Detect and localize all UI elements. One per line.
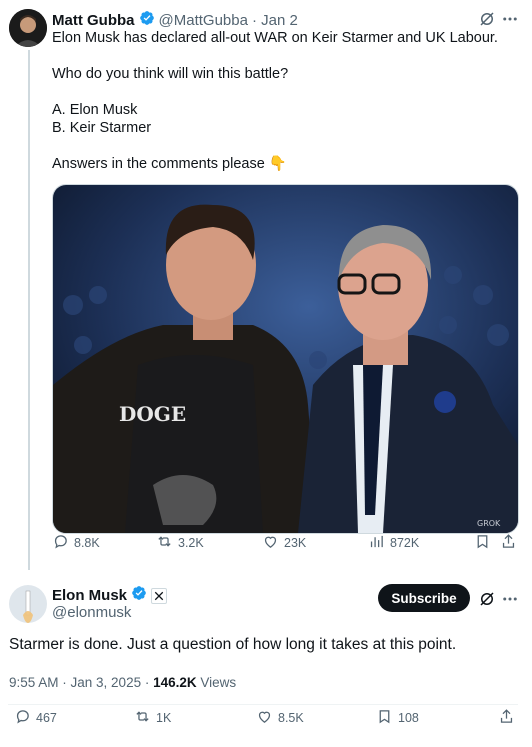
repost-icon: [134, 708, 151, 728]
author-name[interactable]: Matt Gubba: [52, 12, 135, 29]
bookmark-count: 108: [398, 711, 419, 725]
repost-count: 1K: [156, 711, 172, 725]
views-button[interactable]: 872K: [368, 533, 419, 553]
avatar[interactable]: [9, 9, 47, 47]
views-icon: [368, 533, 385, 553]
views-count: 146.2K: [153, 675, 197, 690]
grok-icon[interactable]: [478, 590, 496, 613]
author-handle[interactable]: @MattGubba: [159, 12, 248, 29]
like-button[interactable]: 23K: [262, 533, 306, 553]
reply-button[interactable]: 8.8K: [52, 533, 100, 553]
repost-count: 3.2K: [178, 536, 204, 550]
author-handle[interactable]: @elonmusk: [52, 604, 131, 621]
shirt-text: DOGE: [119, 402, 186, 426]
divider: [8, 704, 518, 705]
subscribe-button[interactable]: Subscribe: [378, 584, 470, 612]
watermark-text: GROK: [477, 519, 501, 528]
post-date[interactable]: · Jan 2: [252, 12, 298, 29]
like-icon: [256, 708, 273, 728]
tweet-text: Elon Musk has declared all-out WAR on Ke…: [52, 30, 498, 172]
reply-icon: [14, 708, 31, 728]
author-name[interactable]: Elon Musk: [52, 587, 127, 604]
reply-count: 467: [36, 711, 57, 725]
repost-button[interactable]: 1K: [134, 708, 171, 728]
tweet2-header: Elon Musk: [52, 585, 168, 606]
like-count: 8.5K: [278, 711, 304, 725]
x-affiliate-icon[interactable]: [151, 587, 168, 604]
tweet-text: Starmer is done. Just a question of how …: [9, 636, 457, 653]
like-count: 23K: [284, 536, 307, 550]
repost-icon: [156, 533, 173, 553]
repost-button[interactable]: 3.2K: [156, 533, 204, 553]
tweet-image[interactable]: DOGE GROK: [52, 184, 519, 534]
share-icon[interactable]: [498, 708, 515, 728]
tweet1-header: Matt Gubba @MattGubba · Jan 2: [52, 10, 298, 31]
bookmark-icon[interactable]: [474, 533, 491, 553]
verified-icon: [131, 585, 147, 606]
share-icon[interactable]: [500, 533, 517, 553]
views-count: 872K: [390, 536, 420, 550]
thread-line: [28, 50, 30, 570]
verified-icon: [139, 10, 155, 31]
reply-icon: [52, 533, 69, 553]
post-timestamp[interactable]: 9:55 AM · Jan 3, 2025 ·: [9, 675, 153, 690]
like-icon: [262, 533, 279, 553]
bookmark-icon: [376, 708, 393, 728]
reply-button[interactable]: 467: [14, 708, 57, 728]
bookmark-button[interactable]: 108: [376, 708, 419, 728]
avatar[interactable]: [9, 585, 47, 623]
reply-count: 8.8K: [74, 536, 100, 550]
tweet-meta: 9:55 AM · Jan 3, 2025 · 146.2K Views: [9, 675, 236, 690]
like-button[interactable]: 8.5K: [256, 708, 304, 728]
more-icon[interactable]: [501, 590, 519, 613]
views-label: Views: [196, 675, 237, 690]
